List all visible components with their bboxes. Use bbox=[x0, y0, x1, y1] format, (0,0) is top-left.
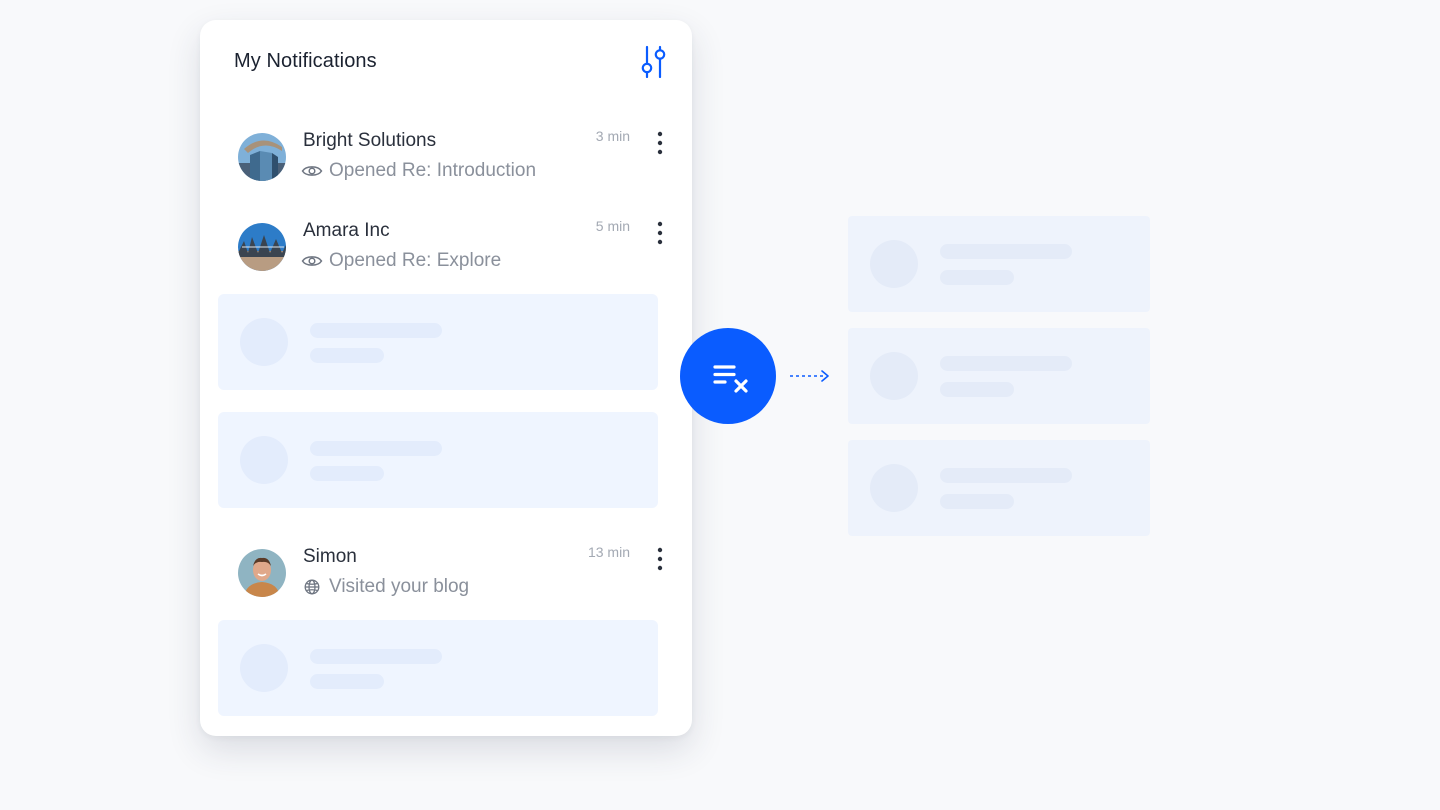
clear-list-icon bbox=[713, 365, 748, 393]
skeleton-placeholder bbox=[218, 294, 658, 390]
avatar bbox=[238, 223, 286, 271]
sliders-icon bbox=[641, 45, 666, 79]
skeleton-line bbox=[940, 356, 1072, 371]
skeleton-line bbox=[310, 649, 442, 664]
skeleton-placeholder bbox=[848, 440, 1150, 536]
clear-notifications-button[interactable] bbox=[680, 328, 776, 424]
timestamp: 3 min bbox=[595, 128, 630, 144]
kebab-icon bbox=[657, 221, 663, 245]
skeleton-placeholder bbox=[218, 412, 658, 508]
skeleton-avatar bbox=[240, 436, 288, 484]
eye-icon bbox=[301, 256, 323, 266]
timestamp: 13 min bbox=[587, 544, 630, 560]
activity-text: Visited your blog bbox=[329, 576, 470, 597]
more-options-button[interactable] bbox=[648, 544, 672, 574]
skeleton-placeholder bbox=[848, 216, 1150, 312]
skeleton-line bbox=[310, 441, 442, 456]
activity-text: Opened Re: Introduction bbox=[329, 160, 537, 181]
skeleton-line bbox=[940, 270, 1014, 285]
kebab-icon bbox=[657, 131, 663, 155]
dashed-arrow-right-icon bbox=[790, 370, 829, 382]
skeleton-line bbox=[940, 494, 1014, 509]
activity-line: Visited your blog bbox=[301, 576, 469, 598]
notification-item[interactable]: Bright Solutions Opened Re: Introduction… bbox=[200, 120, 692, 190]
skeleton-avatar bbox=[870, 352, 918, 400]
kebab-icon bbox=[657, 547, 663, 571]
sender-name: Amara Inc bbox=[303, 220, 390, 241]
sender-name: Simon bbox=[303, 546, 357, 567]
skeleton-placeholder bbox=[218, 620, 658, 716]
notifications-panel: My Notifications Bright Solutions Opened… bbox=[200, 20, 692, 736]
notification-item[interactable]: Simon Visited your blog 13 min bbox=[200, 536, 692, 606]
skeleton-line bbox=[310, 466, 384, 481]
skeleton-line bbox=[310, 348, 384, 363]
avatar bbox=[238, 549, 286, 597]
activity-line: Opened Re: Introduction bbox=[301, 160, 536, 182]
notification-item[interactable]: Amara Inc Opened Re: Explore 5 min bbox=[200, 210, 692, 280]
skeleton-placeholder bbox=[848, 328, 1150, 424]
more-options-button[interactable] bbox=[648, 218, 672, 248]
skeleton-line bbox=[940, 382, 1014, 397]
eye-icon bbox=[301, 166, 323, 176]
skeleton-avatar bbox=[240, 318, 288, 366]
skeleton-line bbox=[310, 674, 384, 689]
timestamp: 5 min bbox=[595, 218, 630, 234]
skeleton-line bbox=[940, 468, 1072, 483]
panel-title: My Notifications bbox=[234, 50, 377, 72]
avatar bbox=[238, 133, 286, 181]
skeleton-avatar bbox=[240, 644, 288, 692]
more-options-button[interactable] bbox=[648, 128, 672, 158]
skeleton-avatar bbox=[870, 464, 918, 512]
skeleton-avatar bbox=[870, 240, 918, 288]
filter-button[interactable] bbox=[636, 44, 670, 79]
globe-icon bbox=[304, 579, 320, 595]
arrow-indicator bbox=[788, 366, 832, 391]
activity-line: Opened Re: Explore bbox=[301, 250, 501, 272]
skeleton-line bbox=[940, 244, 1072, 259]
sender-name: Bright Solutions bbox=[303, 130, 437, 151]
skeleton-line bbox=[310, 323, 442, 338]
activity-text: Opened Re: Explore bbox=[329, 250, 502, 271]
